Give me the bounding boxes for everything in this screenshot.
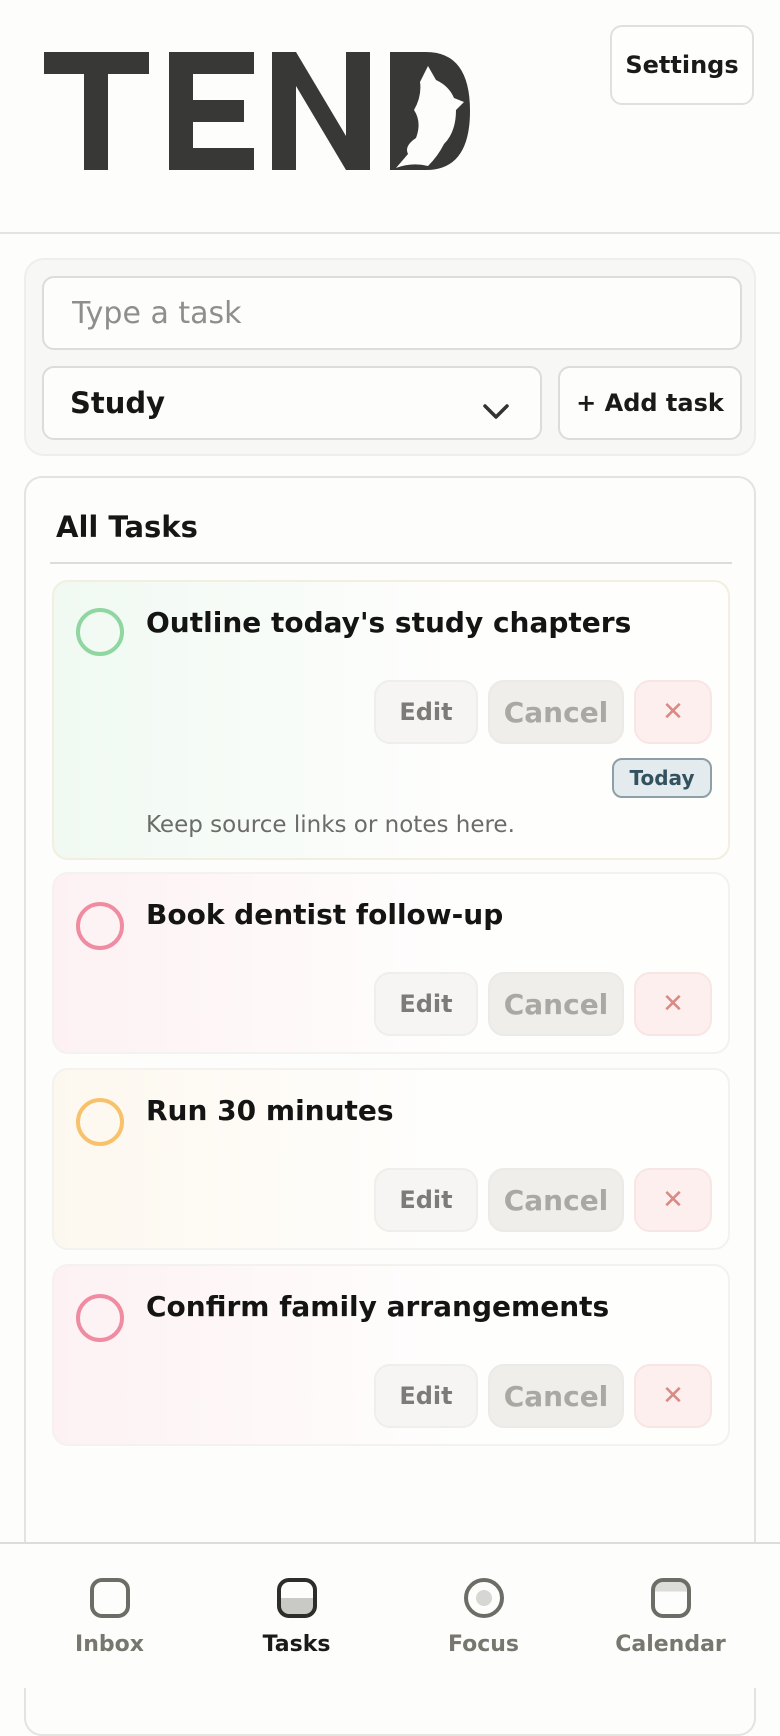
cancel-button[interactable]: Cancel xyxy=(488,972,624,1036)
nav-item-focus[interactable]: Focus xyxy=(386,1544,581,1690)
task-title: Outline today's study chapters xyxy=(146,606,632,639)
cancel-button[interactable]: Cancel xyxy=(488,1168,624,1232)
task-complete-toggle[interactable] xyxy=(76,608,124,656)
settings-button[interactable]: Settings xyxy=(610,25,754,105)
tend-logo-mark xyxy=(44,52,470,170)
edit-button[interactable]: Edit xyxy=(374,1168,478,1232)
task-card: Book dentist follow-up Edit Cancel ✕ xyxy=(52,872,730,1054)
bottom-nav: Inbox Tasks Focus Calendar xyxy=(0,1542,780,1688)
category-select-value: Study xyxy=(70,386,166,420)
task-title: Confirm family arrangements xyxy=(146,1290,610,1323)
nav-label: Calendar xyxy=(615,1632,726,1657)
task-list-title: All Tasks xyxy=(56,510,198,544)
task-title: Run 30 minutes xyxy=(146,1094,394,1127)
cancel-button[interactable]: Cancel xyxy=(488,680,624,744)
task-card: Confirm family arrangements Edit Cancel … xyxy=(52,1264,730,1446)
focus-icon xyxy=(464,1578,504,1618)
nav-item-inbox[interactable]: Inbox xyxy=(12,1544,207,1690)
task-input[interactable] xyxy=(42,276,742,350)
task-complete-toggle[interactable] xyxy=(76,1294,124,1342)
nav-item-tasks[interactable]: Tasks xyxy=(199,1544,394,1690)
edit-button[interactable]: Edit xyxy=(374,680,478,744)
chevron-down-icon xyxy=(482,394,510,428)
task-composer: Study + Add task xyxy=(24,258,756,456)
divider xyxy=(50,562,732,564)
focus-dot xyxy=(476,1590,492,1606)
edit-button[interactable]: Edit xyxy=(374,1364,478,1428)
task-title: Book dentist follow-up xyxy=(146,898,504,931)
task-card: Outline today's study chapters Edit Canc… xyxy=(52,580,730,860)
tasks-icon xyxy=(277,1578,317,1618)
delete-button[interactable]: ✕ xyxy=(634,1168,712,1232)
edit-button[interactable]: Edit xyxy=(374,972,478,1036)
app-header: Settings xyxy=(0,0,780,234)
delete-button[interactable]: ✕ xyxy=(634,972,712,1036)
category-select[interactable]: Study xyxy=(42,366,542,440)
nav-label: Focus xyxy=(447,1632,520,1657)
nav-label: Tasks xyxy=(262,1632,331,1657)
task-card: Run 30 minutes Edit Cancel ✕ xyxy=(52,1068,730,1250)
task-complete-toggle[interactable] xyxy=(76,1098,124,1146)
due-badge: Today xyxy=(612,758,712,798)
task-complete-toggle[interactable] xyxy=(76,902,124,950)
delete-button[interactable]: ✕ xyxy=(634,1364,712,1428)
task-note: Keep source links or notes here. xyxy=(146,812,515,838)
tend-logo xyxy=(44,52,512,174)
nav-item-calendar[interactable]: Calendar xyxy=(573,1544,768,1690)
nav-label: Inbox xyxy=(75,1632,144,1657)
calendar-icon xyxy=(651,1578,691,1618)
cancel-button[interactable]: Cancel xyxy=(488,1364,624,1428)
inbox-icon xyxy=(90,1578,130,1618)
delete-button[interactable]: ✕ xyxy=(634,680,712,744)
add-task-button[interactable]: + Add task xyxy=(558,366,742,440)
